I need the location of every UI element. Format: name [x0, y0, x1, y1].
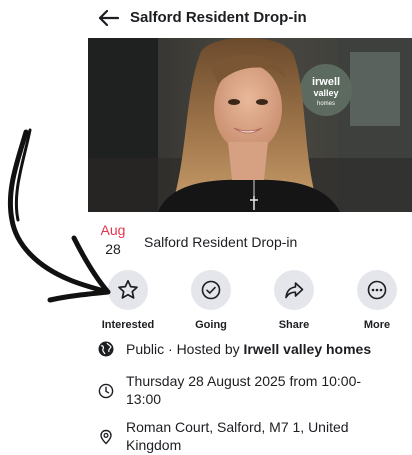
going-label: Going — [195, 319, 227, 331]
globe-icon — [98, 341, 114, 357]
svg-text:homes: homes — [317, 101, 335, 107]
more-button[interactable]: More — [347, 270, 407, 332]
interested-button[interactable]: Interested — [98, 270, 158, 332]
more-button-circle[interactable] — [357, 270, 397, 310]
star-icon — [118, 279, 138, 299]
event-date-badge: Aug 28 — [96, 222, 130, 258]
share-label: Share — [278, 319, 310, 331]
location-row[interactable]: Roman Court, Salford, M7 1, United Kingd… — [96, 418, 396, 454]
share-button[interactable]: Share — [264, 270, 324, 332]
more-dots-icon — [367, 280, 387, 300]
event-month: Aug — [100, 222, 126, 238]
wall-signage: irwell valley homes — [300, 64, 352, 116]
arrow-left-icon — [98, 9, 120, 27]
host-link[interactable]: Irwell valley homes — [244, 341, 372, 357]
location-pin-icon — [100, 429, 112, 445]
interested-label: Interested — [101, 319, 155, 331]
event-day: 28 — [105, 241, 121, 257]
more-label: More — [363, 319, 391, 331]
privacy-host-row: Public · Hosted by Irwell valley homes — [96, 339, 396, 359]
top-bar: Salford Resident Drop-in — [0, 0, 412, 38]
svg-text:valley: valley — [313, 88, 338, 98]
check-circle-icon — [201, 280, 221, 300]
share-arrow-icon — [285, 282, 304, 299]
privacy-text: Public · Hosted by — [126, 341, 244, 357]
datetime-row: Thursday 28 August 2025 from 10:00-13:00 — [96, 372, 396, 408]
going-button[interactable]: Going — [181, 270, 241, 332]
clock-icon — [98, 383, 114, 399]
event-cover-photo[interactable]: irwell valley homes — [88, 38, 412, 212]
event-title: Salford Resident Drop-in — [144, 234, 298, 250]
going-button-circle[interactable] — [191, 270, 231, 310]
event-datetime: Thursday 28 August 2025 from 10:00-13:00 — [126, 373, 362, 407]
back-button[interactable] — [96, 8, 120, 28]
event-location: Roman Court, Salford, M7 1, United Kingd… — [126, 419, 349, 453]
page-title: Salford Resident Drop-in — [130, 9, 307, 26]
share-button-circle[interactable] — [274, 270, 314, 310]
interested-button-circle[interactable] — [108, 270, 148, 310]
svg-text:irwell: irwell — [312, 76, 340, 88]
